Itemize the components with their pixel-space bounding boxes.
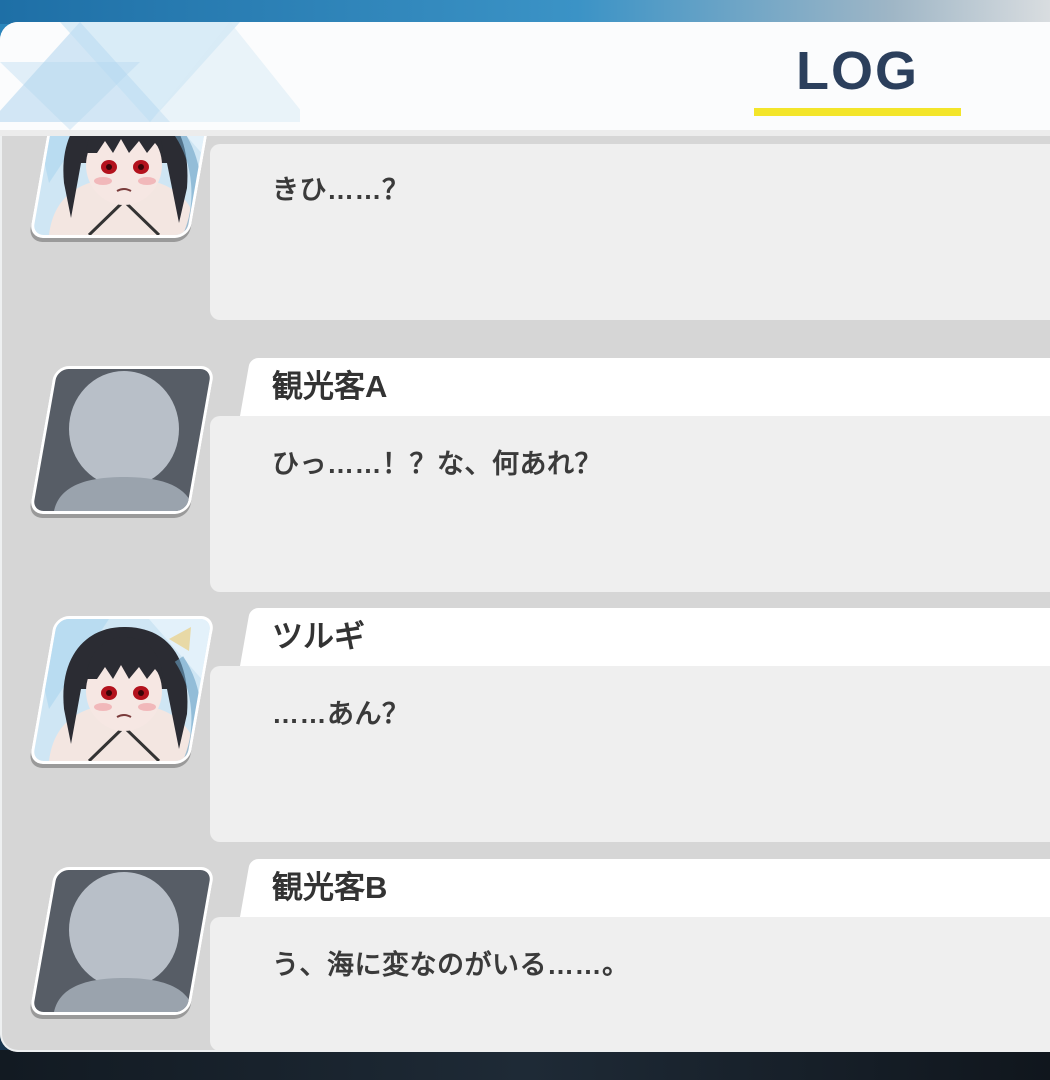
speaker-name: 観光客B bbox=[272, 870, 388, 905]
background-scene bbox=[0, 1050, 1050, 1080]
speaker-avatar bbox=[28, 867, 216, 1017]
log-header: LOG bbox=[0, 22, 1050, 136]
log-entry: きひ……？ bbox=[0, 136, 1050, 320]
game-screen: LOG きひ……？ 観光客A ひっ……！？な、何あれ？ ツルギ ……あん？ 観光… bbox=[0, 0, 1050, 1080]
silhouette-placeholder-icon bbox=[32, 369, 212, 511]
log-entry: ツルギ ……あん？ bbox=[0, 608, 1050, 848]
silhouette-placeholder-icon bbox=[32, 870, 212, 1012]
speaker-avatar bbox=[28, 616, 216, 766]
log-panel: LOG きひ……？ 観光客A ひっ……！？な、何あれ？ ツルギ ……あん？ 観光… bbox=[0, 22, 1050, 1052]
tsurugi-portrait-icon bbox=[32, 136, 211, 235]
message-pointer bbox=[216, 156, 238, 200]
log-title-underline bbox=[754, 108, 961, 116]
message-text: ……あん？ bbox=[272, 699, 410, 729]
speaker-avatar bbox=[28, 136, 216, 240]
tsurugi-portrait-icon bbox=[32, 619, 211, 761]
speaker-name: 観光客A bbox=[272, 369, 388, 404]
message-pointer bbox=[216, 428, 238, 472]
log-entry: 観光客A ひっ……！？な、何あれ？ bbox=[0, 358, 1050, 598]
message-text: ひっ……！？な、何あれ？ bbox=[272, 449, 602, 479]
log-title: LOG bbox=[796, 41, 919, 101]
message-pointer bbox=[216, 929, 238, 973]
background-sky bbox=[0, 0, 1050, 24]
message-pointer bbox=[216, 678, 238, 722]
message-text: う、海に変なのがいる……。 bbox=[272, 950, 630, 980]
message-box bbox=[210, 917, 1050, 1051]
message-text: きひ……？ bbox=[272, 175, 410, 205]
speaker-name: ツルギ bbox=[272, 619, 365, 654]
log-entry: 観光客B う、海に変なのがいる……。 bbox=[0, 859, 1050, 1052]
speaker-avatar bbox=[28, 366, 216, 516]
header-triangle-pattern bbox=[0, 22, 300, 130]
log-entries-list[interactable]: きひ……？ 観光客A ひっ……！？な、何あれ？ ツルギ ……あん？ 観光客B う… bbox=[0, 136, 1050, 1052]
